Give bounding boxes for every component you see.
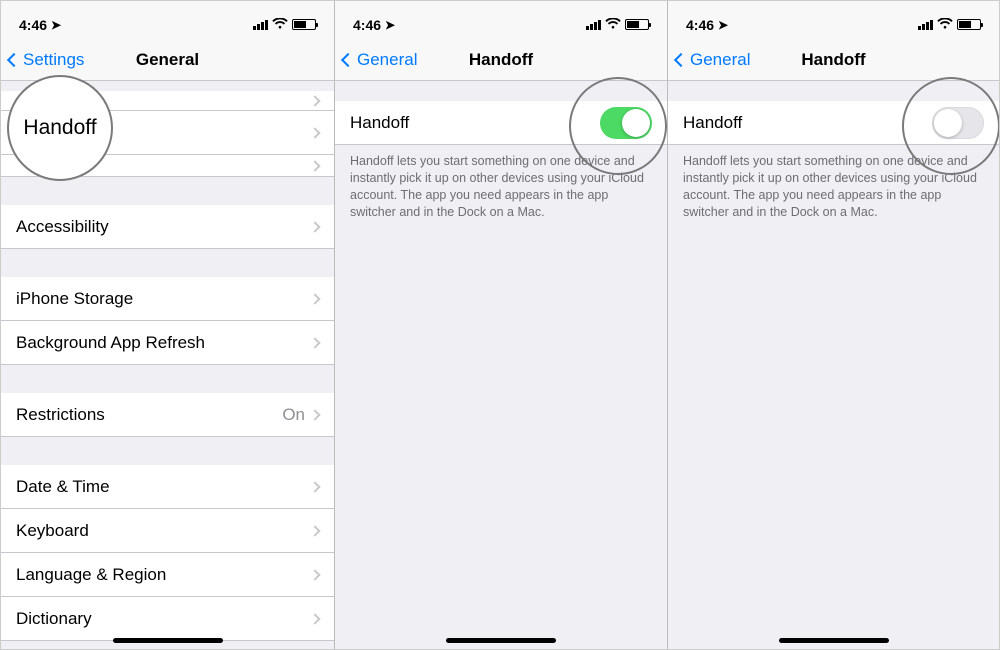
- row-label: Handoff: [683, 113, 932, 133]
- keyboard-row[interactable]: Keyboard: [1, 509, 334, 553]
- chevron-right-icon: [309, 409, 320, 420]
- status-time: 4:46: [19, 17, 47, 33]
- background-refresh-row[interactable]: Background App Refresh: [1, 321, 334, 365]
- row-label: Background App Refresh: [16, 333, 311, 353]
- back-button[interactable]: General: [668, 50, 750, 70]
- status-time: 4:46: [686, 17, 714, 33]
- back-label: Settings: [23, 50, 84, 70]
- back-label: General: [357, 50, 417, 70]
- location-icon: ➤: [385, 18, 395, 32]
- nav-bar: General Handoff: [335, 39, 667, 81]
- date-time-row[interactable]: Date & Time: [1, 465, 334, 509]
- iphone-storage-row[interactable]: iPhone Storage: [1, 277, 334, 321]
- handoff-toggle[interactable]: [600, 107, 652, 139]
- row-label: Date & Time: [16, 477, 311, 497]
- row-label: Keyboard: [16, 521, 311, 541]
- signal-icon: [918, 20, 933, 30]
- handoff-toggle-row: Handoff: [668, 101, 999, 145]
- restrictions-row[interactable]: Restrictions On: [1, 393, 334, 437]
- wifi-icon: [605, 17, 621, 33]
- section-footer: Handoff lets you start something on one …: [668, 145, 999, 221]
- phone-handoff-on: 4:46 ➤ General Handoff Handoff Handoff l…: [334, 1, 667, 649]
- accessibility-row[interactable]: Accessibility: [1, 205, 334, 249]
- back-label: General: [690, 50, 750, 70]
- battery-icon: [625, 19, 649, 30]
- row-label: iPhone Storage: [16, 289, 311, 309]
- chevron-right-icon: [309, 569, 320, 580]
- chevron-left-icon: [341, 52, 355, 66]
- chevron-right-icon: [309, 337, 320, 348]
- chevron-right-icon: [309, 160, 320, 171]
- status-bar: 4:46 ➤: [335, 1, 667, 39]
- back-button[interactable]: General: [335, 50, 417, 70]
- phone-general-settings: 4:46 ➤ Settings General Handoff Accessib…: [1, 1, 334, 649]
- row-label: Accessibility: [16, 217, 311, 237]
- handoff-toggle[interactable]: [932, 107, 984, 139]
- location-icon: ➤: [51, 18, 61, 32]
- home-indicator[interactable]: [446, 638, 556, 643]
- dictionary-row[interactable]: Dictionary: [1, 597, 334, 641]
- signal-icon: [586, 20, 601, 30]
- phone-handoff-off: 4:46 ➤ General Handoff Handoff Handoff l…: [667, 1, 999, 649]
- wifi-icon: [937, 17, 953, 33]
- status-bar: 4:46 ➤: [668, 1, 999, 39]
- row-label: Language & Region: [16, 565, 311, 585]
- chevron-right-icon: [309, 95, 320, 106]
- home-indicator[interactable]: [113, 638, 223, 643]
- chevron-right-icon: [309, 293, 320, 304]
- chevron-right-icon: [309, 613, 320, 624]
- chevron-right-icon: [309, 525, 320, 536]
- battery-icon: [292, 19, 316, 30]
- signal-icon: [253, 20, 268, 30]
- chevron-left-icon: [7, 52, 21, 66]
- chevron-right-icon: [309, 127, 320, 138]
- back-button[interactable]: Settings: [1, 50, 84, 70]
- row-label: Restrictions: [16, 405, 282, 425]
- battery-icon: [957, 19, 981, 30]
- home-indicator[interactable]: [779, 638, 889, 643]
- wifi-icon: [272, 17, 288, 33]
- handoff-toggle-row: Handoff: [335, 101, 667, 145]
- annotation-zoom: Handoff: [9, 77, 111, 179]
- language-region-row[interactable]: Language & Region: [1, 553, 334, 597]
- row-label: Handoff: [350, 113, 600, 133]
- chevron-right-icon: [309, 481, 320, 492]
- row-label: Dictionary: [16, 609, 311, 629]
- nav-bar: General Handoff: [668, 39, 999, 81]
- chevron-right-icon: [309, 221, 320, 232]
- status-time: 4:46: [353, 17, 381, 33]
- chevron-left-icon: [674, 52, 688, 66]
- row-value: On: [282, 405, 305, 425]
- section-footer: Handoff lets you start something on one …: [335, 145, 667, 221]
- nav-bar: Settings General: [1, 39, 334, 81]
- location-icon: ➤: [718, 18, 728, 32]
- status-bar: 4:46 ➤: [1, 1, 334, 39]
